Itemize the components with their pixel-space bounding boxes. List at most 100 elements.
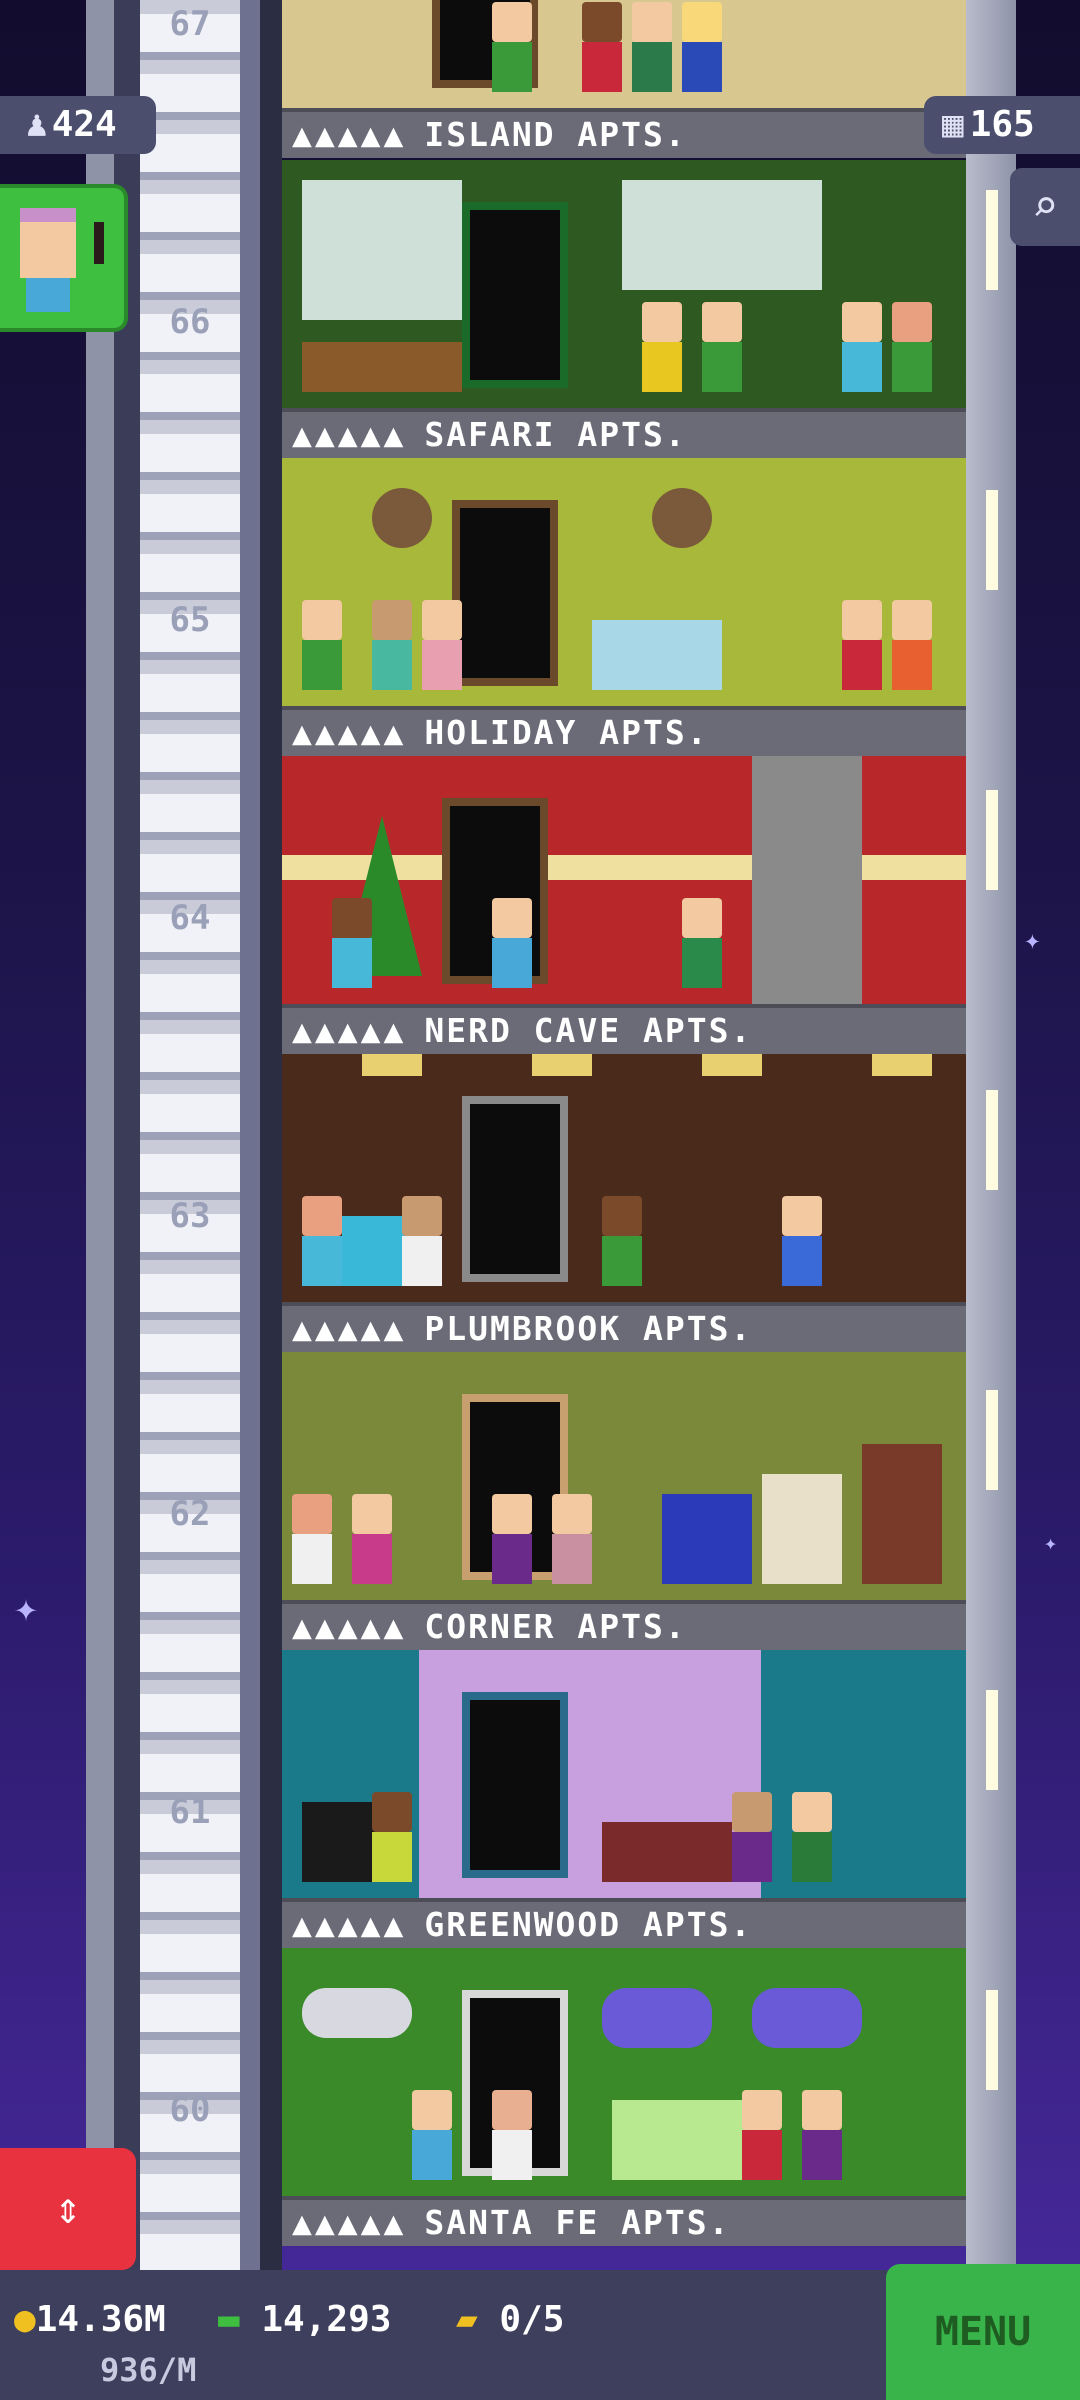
ceiling-lamp <box>532 1054 592 1076</box>
resident <box>492 2090 532 2180</box>
tower-window <box>986 490 998 590</box>
tickets-display[interactable]: ▰ 0/5 <box>456 2300 564 2340</box>
armchair <box>662 1494 752 1584</box>
arcade-cabinet <box>762 1474 842 1584</box>
resident <box>742 2090 782 2180</box>
window <box>302 180 462 320</box>
elevator-button[interactable]: ⇕ <box>0 2148 136 2270</box>
floor-island-apts[interactable]: ▲▲▲▲▲ ISLAND APTS. <box>282 0 966 160</box>
tower-left-wall <box>260 0 282 2270</box>
floor-name: SANTA FE APTS. <box>424 2203 731 2242</box>
resident <box>682 898 722 988</box>
resident <box>552 1494 592 1584</box>
floor-name: SAFARI APTS. <box>424 415 687 454</box>
coin-icon: ● <box>14 2299 36 2340</box>
resident <box>372 600 412 690</box>
sofa <box>302 342 462 392</box>
tower-window <box>986 190 998 290</box>
resident <box>792 1792 832 1882</box>
floor-santa-fe-apts[interactable]: ▲▲▲▲▲ SANTA FE APTS. <box>282 1948 966 2248</box>
floor-sign: ▲▲▲▲▲ NERD CAVE APTS. <box>282 1004 966 1054</box>
sofa <box>612 2100 752 2180</box>
floor-name: PLUMBROOK APTS. <box>424 1309 753 1348</box>
floor-name: GREENWOOD APTS. <box>424 1905 753 1944</box>
star-rating: ▲▲▲▲▲ <box>292 1607 407 1646</box>
population-counter[interactable]: ♟ 424 <box>0 96 156 154</box>
resident <box>352 1494 392 1584</box>
floor-name: HOLIDAY APTS. <box>424 713 709 752</box>
resident <box>372 1792 412 1882</box>
star-rating: ▲▲▲▲▲ <box>292 1309 407 1348</box>
star-rating: ▲▲▲▲▲ <box>292 2203 407 2242</box>
room-interior <box>282 458 966 706</box>
sparkle-star: ✦ <box>1024 923 1041 956</box>
floor-sign: ▲▲▲▲▲ PLUMBROOK APTS. <box>282 1302 966 1352</box>
resident <box>332 898 372 988</box>
star-rating: ▲▲▲▲▲ <box>292 1011 407 1050</box>
population-value: 424 <box>51 104 117 145</box>
resident <box>302 600 342 690</box>
ceiling-lamp <box>702 1054 762 1076</box>
door <box>462 1096 568 1282</box>
room-interior <box>282 160 966 408</box>
tower-window <box>986 1690 998 1790</box>
exclamation-icon <box>94 222 104 264</box>
door <box>452 500 558 686</box>
bux-display[interactable]: ▬ 14,293 <box>218 2300 391 2340</box>
floor-number: 67 <box>169 4 211 44</box>
resident <box>892 600 932 690</box>
up-down-arrows-icon: ⇕ <box>54 2183 82 2234</box>
resident <box>642 302 682 392</box>
fireplace <box>752 756 862 1004</box>
floor-count-value: 165 <box>969 104 1035 145</box>
floor-nerd-cave-apts[interactable]: ▲▲▲▲▲ NERD CAVE APTS. <box>282 756 966 1056</box>
search-button[interactable]: ⌕ <box>1010 168 1080 246</box>
floor-counter[interactable]: ▦ 165 <box>924 96 1080 154</box>
door <box>462 202 568 388</box>
coins-value: 14.36M <box>35 2299 166 2340</box>
floor-greenwood-apts[interactable]: ▲▲▲▲▲ GREENWOOD APTS. <box>282 1650 966 1950</box>
tower-window <box>986 1390 998 1490</box>
ceiling-lamp <box>362 1054 422 1076</box>
door <box>462 1692 568 1878</box>
floor-name: NERD CAVE APTS. <box>424 1011 753 1050</box>
floor-number: 66 <box>169 302 211 342</box>
room-interior <box>282 1650 966 1898</box>
resident <box>632 2 672 92</box>
window <box>302 1988 412 2038</box>
resident <box>292 1494 332 1584</box>
floor-sign: ▲▲▲▲▲ SANTA FE APTS. <box>282 2196 966 2246</box>
star-rating: ▲▲▲▲▲ <box>292 1905 407 1944</box>
visitor-avatar-icon <box>20 208 76 278</box>
floor-safari-apts[interactable]: ▲▲▲▲▲ SAFARI APTS. <box>282 160 966 460</box>
room-interior <box>282 756 966 1004</box>
window <box>622 180 822 290</box>
floor-plumbrook-apts[interactable]: ▲▲▲▲▲ PLUMBROOK APTS. <box>282 1054 966 1354</box>
wall-mask <box>372 488 432 548</box>
bux-value: 14,293 <box>261 2299 392 2340</box>
ceiling-lamp <box>872 1054 932 1076</box>
floor-number: 63 <box>169 1196 211 1236</box>
menu-button[interactable]: MENU <box>886 2264 1080 2400</box>
floor-number: 60 <box>169 2090 211 2130</box>
visitor-button[interactable] <box>0 184 128 332</box>
floor-name: CORNER APTS. <box>424 1607 687 1646</box>
room-interior <box>282 0 966 108</box>
window <box>752 1988 862 2048</box>
resident <box>842 600 882 690</box>
floor-sign: ▲▲▲▲▲ CORNER APTS. <box>282 1600 966 1650</box>
floor-sign: ▲▲▲▲▲ GREENWOOD APTS. <box>282 1898 966 1948</box>
resident <box>682 2 722 92</box>
resident <box>302 1196 342 1286</box>
room-interior <box>282 1054 966 1302</box>
coins-display[interactable]: ●14.36M <box>14 2300 166 2340</box>
resident <box>492 2 532 92</box>
tower-window <box>986 1990 998 2090</box>
tower-window <box>986 1090 998 1190</box>
floor-corner-apts[interactable]: ▲▲▲▲▲ CORNER APTS. <box>282 1352 966 1652</box>
floor-sign: ▲▲▲▲▲ SAFARI APTS. <box>282 408 966 458</box>
visitor-body <box>26 278 70 312</box>
resident <box>412 2090 452 2180</box>
floor-holiday-apts[interactable]: ▲▲▲▲▲ HOLIDAY APTS. <box>282 458 966 758</box>
resident <box>782 1196 822 1286</box>
